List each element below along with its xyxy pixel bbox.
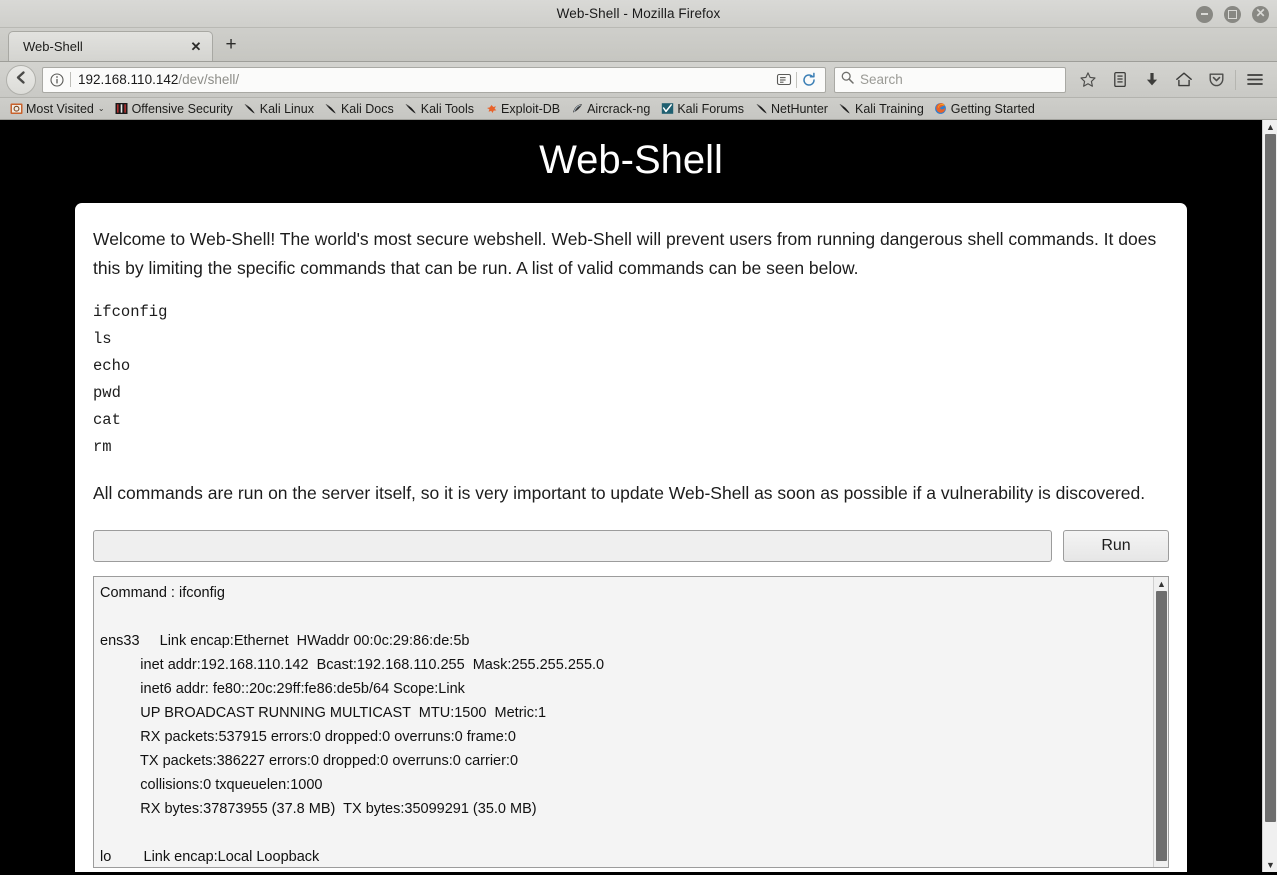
url-path: /dev/shell/ [178,72,240,87]
scroll-down-glyph: ▼ [1266,859,1275,870]
command-item: ifconfig [93,303,168,321]
tab-web-shell[interactable]: Web-Shell ✕ [8,31,213,61]
hamburger-menu-icon[interactable] [1239,65,1271,95]
window-title: Web-Shell - Mozilla Firefox [556,6,721,21]
command-item: cat [93,411,121,429]
kali-forums-icon [660,102,674,116]
bookmark-label: NetHunter [771,101,828,116]
chevron-down-icon[interactable]: ⌄ [98,104,105,113]
bookmark-kali-docs[interactable]: Kali Docs [319,99,399,119]
bookmark-kali-tools[interactable]: Kali Tools [399,99,479,119]
bookmark-label: Kali Tools [420,101,475,116]
url-separator [70,72,71,87]
command-item: rm [93,438,112,456]
window-titlebar: Web-Shell - Mozilla Firefox ✕ [0,0,1277,28]
output-scroll-thumb[interactable] [1156,591,1167,861]
bookmark-label: Getting Started [950,101,1035,116]
url-domain: 192.168.110.142 [78,72,179,87]
bookmark-star-icon[interactable] [1072,65,1104,95]
url-text: 192.168.110.142/dev/shell/ [78,72,772,87]
minimize-button[interactable] [1196,5,1213,23]
command-item: echo [93,357,131,375]
bookmark-label: Aircrack-ng [587,101,651,116]
bookmark-label: Most Visited [26,101,94,116]
offensive-security-icon [115,102,129,116]
bookmark-getting-started[interactable]: Getting Started [929,99,1040,119]
kali-dragon-icon [404,102,418,116]
browser-viewport: Web-Shell Welcome to Web-Shell! The worl… [0,120,1277,872]
reader-mode-icon[interactable] [772,68,796,92]
page-scroll-up-arrow[interactable]: ▲ [1263,120,1277,134]
tab-close-icon[interactable]: ✕ [188,39,204,55]
scroll-up-glyph: ▲ [1157,578,1166,589]
output-scroll-up-arrow[interactable]: ▲ [1154,577,1168,591]
bookmark-aircrack-ng[interactable]: Aircrack-ng [565,99,655,119]
bookmark-kali-forums[interactable]: Kali Forums [655,99,749,119]
bookmark-offensive-security[interactable]: Offensive Security [110,99,238,119]
search-icon [841,71,854,89]
command-input[interactable] [93,530,1052,562]
kali-dragon-icon [838,102,852,116]
bookmarks-bar: Most Visited ⌄ Offensive Security Kali L… [0,98,1277,120]
bookmark-label: Kali Linux [259,101,314,116]
page-scrollbar[interactable]: ▲ ▼ [1262,120,1277,872]
scroll-up-glyph: ▲ [1266,121,1275,132]
command-item: ls [93,330,112,348]
tab-bar: Web-Shell ✕ + [0,28,1277,62]
bookmark-most-visited[interactable]: Most Visited ⌄ [4,99,110,119]
downloads-icon[interactable] [1136,65,1168,95]
web-page: Web-Shell Welcome to Web-Shell! The worl… [0,120,1262,872]
page-scroll-thumb[interactable] [1265,134,1276,822]
kali-dragon-icon [324,102,338,116]
intro-paragraph: Welcome to Web-Shell! The world's most s… [93,229,1157,278]
tab-label: Web-Shell [23,39,83,54]
new-tab-button[interactable]: + [216,31,246,61]
url-bar[interactable]: 192.168.110.142/dev/shell/ [42,66,826,93]
back-arrow-icon [13,69,30,91]
kali-dragon-icon [754,102,768,116]
home-icon[interactable] [1168,65,1200,95]
reload-button[interactable] [797,68,821,92]
kali-dragon-icon [243,102,257,116]
toolbar-icons [1072,65,1271,95]
bookmark-nethunter[interactable]: NetHunter [749,99,833,119]
firefox-icon [934,102,948,116]
valid-commands-list: ifconfig ls echo pwd cat rm [93,299,1169,461]
window-controls: ✕ [1196,0,1269,28]
bookmark-exploit-db[interactable]: Exploit-DB [479,99,565,119]
search-input[interactable]: Search [860,72,903,87]
content-card: Welcome to Web-Shell! The world's most s… [75,203,1187,872]
maximize-button[interactable] [1224,5,1241,23]
output-scrollbar[interactable]: ▲ [1153,577,1168,867]
bookmark-label: Kali Docs [340,101,394,116]
run-button[interactable]: Run [1063,530,1169,562]
bookmark-label: Exploit-DB [501,101,561,116]
bookmark-kali-training[interactable]: Kali Training [833,99,929,119]
bookmark-label: Kali Forums [677,101,744,116]
bookmark-label: Kali Training [854,101,924,116]
toolbar-divider [1235,69,1236,90]
command-form: Run [93,530,1169,562]
library-icon[interactable] [1104,65,1136,95]
note-paragraph: All commands are run on the server itsel… [93,483,1146,503]
site-identity-icon[interactable] [47,70,67,90]
pocket-icon[interactable] [1200,65,1232,95]
navigation-toolbar: 192.168.110.142/dev/shell/ Search [0,62,1277,98]
close-button[interactable]: ✕ [1252,5,1269,23]
bookmark-kali-linux[interactable]: Kali Linux [238,99,319,119]
command-item: pwd [93,384,121,402]
exploit-db-icon [484,102,498,116]
back-button[interactable] [6,64,36,95]
command-output-text[interactable]: Command : ifconfig ens33 Link encap:Ethe… [94,577,1153,867]
aircrack-ng-icon [570,102,584,116]
page-title: Web-Shell [539,138,723,182]
page-scroll-down-arrow[interactable]: ▼ [1263,858,1277,872]
search-bar[interactable]: Search [834,66,1066,93]
command-output-area: Command : ifconfig ens33 Link encap:Ethe… [93,576,1169,868]
bookmark-label: Offensive Security [131,101,233,116]
most-visited-icon [9,102,23,116]
